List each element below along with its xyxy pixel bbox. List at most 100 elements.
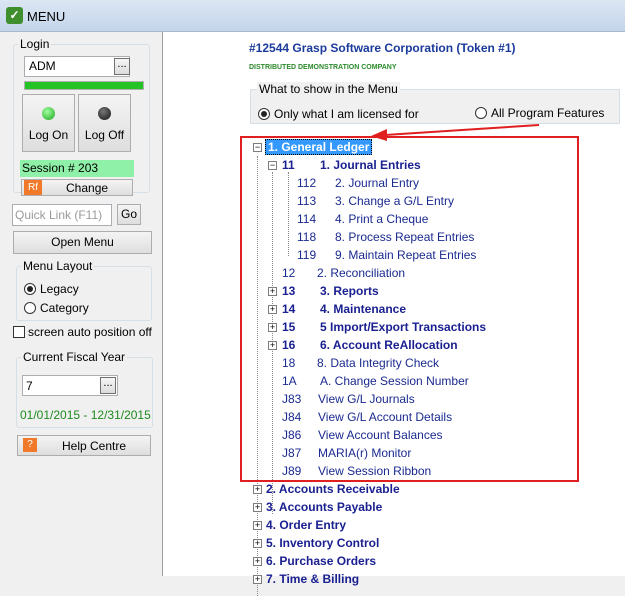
tree-item-code: 118 (297, 230, 317, 244)
tree-item-label: 3. Change a G/L Entry (335, 194, 454, 208)
tree-item-label: 2. Reconciliation (317, 266, 406, 280)
fiscal-date-range: 01/01/2015 - 12/31/2015 (20, 408, 151, 422)
tree-item-label: View G/L Journals (318, 392, 415, 406)
help-label: Help Centre (62, 439, 127, 453)
black-led-icon (98, 107, 111, 120)
tree-item-label: 5 Import/Export Transactions (320, 320, 487, 334)
layout-legacy-radio[interactable]: Legacy (24, 282, 79, 296)
tree-item-label: 4. Maintenance (320, 302, 407, 316)
tree-item-label: View Session Ribbon (318, 464, 432, 478)
radio-selected-icon (24, 283, 36, 295)
category-label: Category (40, 301, 89, 315)
radio-unselected-icon (475, 107, 487, 119)
licensed-label: Only what I am licensed for (274, 107, 419, 121)
tree-item-code: J84 (282, 410, 302, 424)
company-subtitle: DISTRIBUTED DEMONSTRATION COMPANY (249, 64, 397, 71)
show-legend: What to show in the Menu (257, 82, 400, 96)
tree-item-code: 11 (282, 158, 295, 172)
module-label: 4. Order Entry (266, 518, 347, 532)
expand-icon[interactable]: + (253, 557, 262, 566)
fiscal-legend: Current Fiscal Year (23, 350, 126, 364)
tree-item-code: J89 (282, 464, 302, 478)
login-progress-bar (24, 81, 144, 90)
expand-icon[interactable]: + (268, 341, 277, 350)
tree-item-code: 15 (282, 320, 296, 334)
title-bar: ✓ MENU (0, 0, 625, 32)
module-label: 6. Purchase Orders (266, 554, 377, 568)
change-label: Change (66, 181, 109, 195)
module-label: 7. Time & Billing (266, 572, 360, 586)
tree-item-code: 114 (297, 212, 317, 226)
tree-item-code: 12 (282, 266, 296, 280)
fiscal-browse-button[interactable]: ... (100, 377, 116, 394)
go-button[interactable]: Go (117, 204, 141, 225)
tree-item-code: J86 (282, 428, 302, 442)
tree-item-label: View G/L Account Details (318, 410, 453, 424)
module-label: 2. Accounts Receivable (266, 482, 400, 496)
tree-item-label: MARIA(r) Monitor (318, 446, 412, 460)
rf-icon: Rf (24, 180, 42, 195)
tree-item-label: 8. Process Repeat Entries (335, 230, 475, 244)
auto-position-checkbox[interactable]: screen auto position off (13, 325, 152, 339)
show-all-radio[interactable]: All Program Features (475, 106, 604, 120)
tree-item-label: 6. Account ReAllocation (320, 338, 458, 352)
legacy-label: Legacy (40, 282, 79, 296)
collapse-icon[interactable]: − (253, 143, 262, 152)
expand-icon[interactable]: + (268, 323, 277, 332)
tree-item-label: 2. Journal Entry (335, 176, 420, 190)
radio-selected-icon (258, 108, 270, 120)
change-session-button[interactable]: Rf Change (21, 179, 133, 196)
log-off-button[interactable]: Log Off (78, 94, 131, 152)
expand-icon[interactable]: + (253, 503, 262, 512)
tree-item-label: 9. Maintain Repeat Entries (335, 248, 477, 262)
expand-icon[interactable]: + (253, 485, 262, 494)
log-off-label: Log Off (84, 128, 125, 142)
tree-item-label: 4. Print a Cheque (335, 212, 429, 226)
tree-item-label: 3. Reports (320, 284, 379, 298)
tree-item-code: 1A (282, 374, 297, 388)
login-legend: Login (20, 37, 50, 51)
quick-link-input[interactable]: Quick Link (F11) (12, 204, 112, 226)
all-features-label: All Program Features (491, 106, 605, 120)
module-label: 5. Inventory Control (266, 536, 380, 550)
expand-icon[interactable]: + (268, 305, 277, 314)
tree-item-label: 8. Data Integrity Check (317, 356, 440, 370)
collapse-icon[interactable]: − (268, 161, 277, 170)
tree-item-code: 113 (297, 194, 317, 208)
window-title: MENU (27, 9, 66, 24)
checkbox-box (13, 326, 25, 338)
tree-item-code: 18 (282, 356, 296, 370)
tree-item-code: J87 (282, 446, 302, 460)
tree-item-label: A. Change Session Number (320, 374, 469, 388)
tree-item-label: 1. Journal Entries (320, 158, 421, 172)
expand-icon[interactable]: + (253, 521, 262, 530)
expand-icon[interactable]: + (268, 287, 277, 296)
tree-item-code: 112 (297, 176, 317, 190)
expand-icon[interactable]: + (253, 539, 262, 548)
user-browse-button[interactable]: ... (114, 58, 130, 75)
show-licensed-radio[interactable]: Only what I am licensed for (258, 107, 419, 121)
expand-icon[interactable]: + (253, 575, 262, 584)
layout-category-radio[interactable]: Category (24, 301, 89, 315)
help-centre-button[interactable]: ? Help Centre (17, 435, 151, 456)
open-menu-button[interactable]: Open Menu (13, 231, 152, 254)
tree-item-label: View Account Balances (318, 428, 443, 442)
auto-position-label: screen auto position off (28, 325, 152, 339)
session-number: Session # 203 (20, 160, 134, 177)
tree-item-code: 13 (282, 284, 296, 298)
tree-item-code: 16 (282, 338, 296, 352)
radio-unselected-icon (24, 302, 36, 314)
green-led-icon (42, 107, 55, 120)
company-name: #12544 Grasp Software Corporation (Token… (249, 41, 516, 55)
app-check-icon: ✓ (6, 7, 23, 24)
tree-node-general-ledger[interactable]: 1. General Ledger (265, 139, 373, 155)
module-label: 3. Accounts Payable (266, 500, 383, 514)
tree-item-code: 14 (282, 302, 296, 316)
menu-layout-legend: Menu Layout (23, 259, 93, 273)
log-on-label: Log On (28, 128, 69, 142)
help-icon: ? (23, 438, 37, 452)
log-on-button[interactable]: Log On (22, 94, 75, 152)
general-ledger-label: 1. General Ledger (265, 139, 373, 155)
tree-item-code: J83 (282, 392, 302, 406)
tree-item-code: 119 (297, 248, 317, 262)
